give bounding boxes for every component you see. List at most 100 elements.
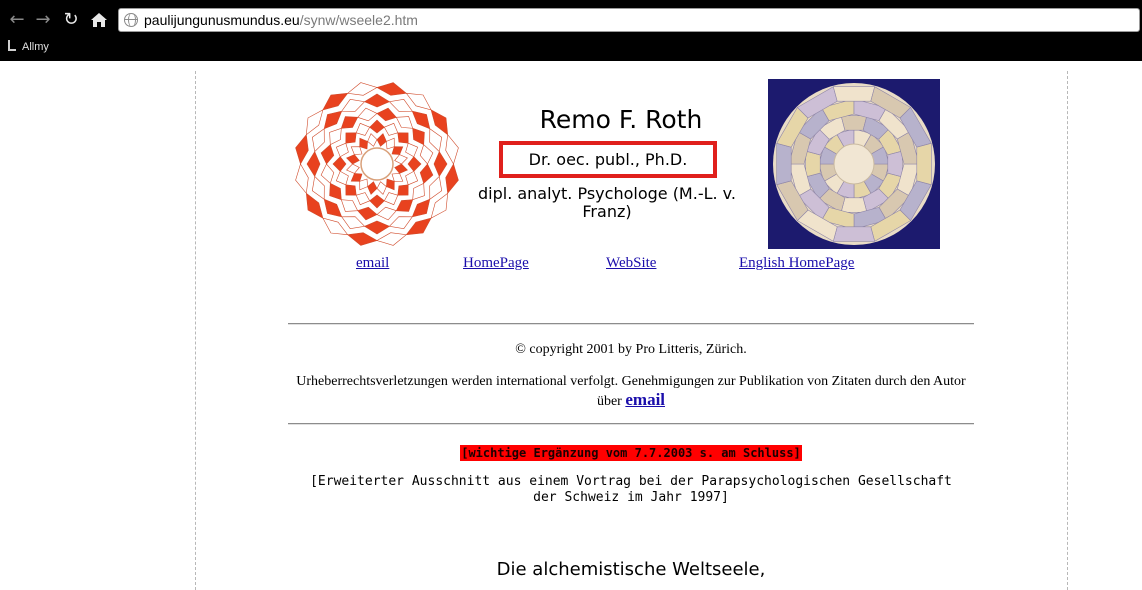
homepage-link[interactable]: HomePage bbox=[463, 254, 529, 272]
copyright-notice: Urheberrechtsverletzungen werden interna… bbox=[288, 373, 974, 411]
mandala-petal bbox=[376, 133, 387, 147]
mandala-tile bbox=[832, 86, 876, 102]
mandala-petal bbox=[346, 163, 360, 174]
mandala-petal bbox=[405, 217, 432, 236]
mandala-petal bbox=[429, 128, 443, 153]
mandala-petal bbox=[411, 110, 431, 130]
right-divider bbox=[1067, 71, 1068, 590]
mandala-petal bbox=[340, 199, 359, 212]
mandala-petal bbox=[340, 116, 359, 129]
divider-top bbox=[288, 323, 974, 325]
address-bar[interactable]: paulijungunusmundus.eu/synw/wseele2.htm bbox=[118, 8, 1140, 32]
mandala-petal bbox=[383, 122, 399, 136]
mandala-petal bbox=[357, 107, 378, 122]
author-subtitle: dipl. analyt. Psychologe (M.-L. v. Franz… bbox=[477, 184, 736, 221]
notice-email-link[interactable]: email bbox=[625, 390, 665, 409]
highlight-row: [wichtige Ergänzung vom 7.7.2003 s. am S… bbox=[288, 442, 974, 461]
mandala-petal bbox=[305, 109, 324, 136]
mandala-petal bbox=[445, 133, 459, 165]
left-divider bbox=[195, 71, 196, 590]
mandala-petal bbox=[430, 192, 449, 219]
mandala-petal bbox=[295, 133, 309, 165]
mandala-tile bbox=[840, 197, 868, 213]
back-arrow-icon[interactable]: ← bbox=[6, 9, 28, 31]
mandala-petal bbox=[386, 137, 395, 150]
mandala-petal bbox=[388, 98, 413, 112]
mandala-petal bbox=[376, 232, 408, 246]
english-homepage-link[interactable]: English HomePage bbox=[739, 254, 854, 272]
mandala-petal bbox=[341, 98, 366, 112]
mandala-petal bbox=[311, 175, 325, 200]
mandala-petal bbox=[335, 170, 349, 186]
mandala-petal bbox=[412, 127, 425, 146]
url-host: paulijungunusmundus.eu bbox=[144, 12, 300, 28]
mandala-petal bbox=[367, 181, 378, 195]
mandala-petal bbox=[346, 154, 360, 165]
mandala-petal bbox=[394, 163, 408, 174]
mandala-petal bbox=[345, 132, 357, 144]
mandala-petal bbox=[311, 128, 325, 153]
important-addition-note: [wichtige Ergänzung vom 7.7.2003 s. am S… bbox=[460, 445, 802, 461]
navy-mandala-image bbox=[768, 79, 940, 249]
lecture-excerpt-note: [Erweiterter Ausschnitt aus einem Vortra… bbox=[310, 474, 952, 505]
mandala-petal bbox=[341, 216, 366, 230]
mandala-petal bbox=[332, 156, 347, 172]
url-text: paulijungunusmundus.eu/synw/wseele2.htm bbox=[144, 11, 418, 30]
mandala-petal bbox=[405, 170, 419, 186]
home-icon[interactable] bbox=[88, 9, 110, 31]
bookmark-item[interactable]: Allmy bbox=[8, 39, 49, 55]
mandala-petal bbox=[394, 154, 408, 165]
mandala-petal bbox=[357, 206, 378, 221]
mandala-petal bbox=[346, 232, 378, 246]
email-link[interactable]: email bbox=[356, 254, 389, 272]
mandala-petal bbox=[433, 150, 448, 178]
mandala-petal bbox=[430, 109, 449, 136]
mandala-petal bbox=[376, 181, 387, 195]
red-mandala-image bbox=[295, 82, 459, 246]
mandala-petal bbox=[306, 150, 321, 178]
globe-icon bbox=[124, 13, 138, 27]
bookmark-label: Allmy bbox=[22, 41, 49, 53]
mandala-petal bbox=[345, 184, 357, 196]
mandala-petal bbox=[346, 82, 378, 96]
mandala-petal bbox=[350, 146, 363, 155]
mandala-petal bbox=[407, 156, 422, 172]
mandala-petal bbox=[397, 184, 409, 196]
mandala-petal bbox=[395, 199, 414, 212]
mandala-petal bbox=[350, 173, 363, 182]
bookmark-icon bbox=[8, 40, 16, 51]
mandala-tile bbox=[805, 150, 821, 178]
mandala-petal bbox=[445, 163, 459, 195]
website-link[interactable]: WebSite bbox=[606, 254, 656, 272]
mandala-petal bbox=[305, 192, 324, 219]
mandala-petal bbox=[383, 192, 399, 206]
mandala-petal bbox=[355, 192, 371, 206]
mandala-petal bbox=[369, 194, 385, 209]
mandala-petal bbox=[359, 178, 368, 191]
mandala-tile bbox=[887, 150, 903, 178]
mandala-tile bbox=[916, 142, 932, 186]
mandala-petal bbox=[388, 216, 413, 230]
mandala-petal bbox=[323, 198, 343, 218]
mandala-petal bbox=[295, 163, 309, 195]
mandala-petal bbox=[369, 119, 385, 134]
article-heading: Die alchemistische Weltseele, bbox=[496, 559, 766, 580]
browser-chrome: ← → ↻ paulijungunusmundus.eu/synw/wseele… bbox=[0, 0, 1142, 61]
forward-arrow-icon[interactable]: → bbox=[32, 9, 54, 31]
reload-icon[interactable]: ↻ bbox=[60, 9, 82, 31]
mandala-petal bbox=[419, 144, 434, 165]
mandala-petal bbox=[320, 163, 335, 184]
mandala-petal bbox=[359, 137, 368, 150]
mandala-petal bbox=[391, 173, 404, 182]
mandala-petal bbox=[335, 142, 349, 158]
mandala-petal bbox=[412, 182, 425, 201]
mandala-tile bbox=[840, 115, 868, 131]
mandala-petal bbox=[411, 198, 431, 218]
mandala-tile bbox=[832, 226, 876, 242]
mandala-petal bbox=[405, 92, 432, 111]
mandala-tile bbox=[776, 142, 792, 186]
web-page: Remo F. Roth Dr. oec. publ., Ph.D. dipl.… bbox=[0, 61, 1142, 590]
mandala-petal bbox=[363, 93, 391, 108]
degree-box: Dr. oec. publ., Ph.D. bbox=[499, 141, 717, 178]
author-name: Remo F. Roth bbox=[539, 105, 703, 134]
